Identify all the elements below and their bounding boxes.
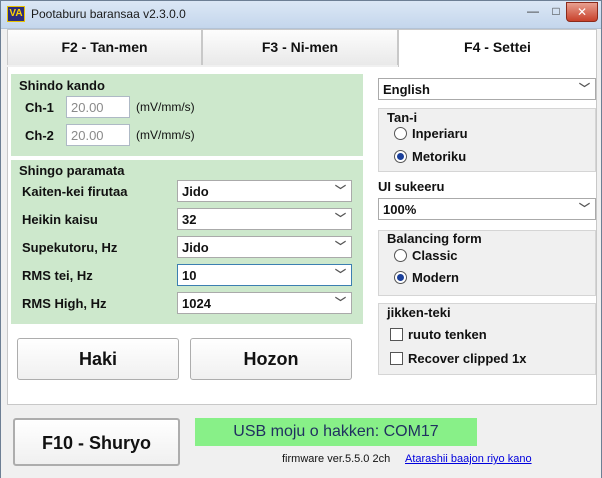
- imperial-radio[interactable]: [394, 127, 407, 140]
- app-logo-icon: VA: [7, 6, 25, 22]
- rms-low-value: 10: [182, 268, 197, 283]
- language-select[interactable]: English ﹀: [378, 78, 596, 100]
- language-value: English: [383, 82, 430, 97]
- rotation-filter-select[interactable]: Jido ﹀: [177, 180, 352, 202]
- close-button[interactable]: ✕: [566, 2, 598, 22]
- sensitivity-title: Shindo kando: [19, 78, 105, 93]
- title-bar: VA Pootaburu baransaa v2.3.0.0 — □ ✕: [1, 1, 601, 29]
- metric-label: Metoriku: [412, 149, 467, 164]
- experimental-title: jikken-teki: [387, 305, 451, 320]
- route-check-label: ruuto tenken: [408, 327, 487, 342]
- chevron-down-icon: ﹀: [579, 203, 590, 215]
- update-available-link[interactable]: Atarashii baajon riyo kano: [405, 453, 532, 465]
- rotation-filter-value: Jido: [182, 184, 209, 199]
- tab-bar: F2 - Tan-men F3 - Ni-men F4 - Settei: [7, 29, 597, 69]
- averaging-label: Heikin kaisu: [22, 212, 98, 227]
- maximize-button[interactable]: □: [546, 2, 566, 22]
- signal-params-title: Shingo paramata: [19, 163, 125, 178]
- tab-single-plane[interactable]: F2 - Tan-men: [7, 29, 202, 65]
- chevron-down-icon: ﹀: [335, 185, 346, 197]
- metric-radio[interactable]: [394, 150, 407, 163]
- balancing-form-group: Balancing form Classic Modern: [378, 230, 596, 296]
- tab-two-plane[interactable]: F3 - Ni-men: [202, 29, 398, 65]
- averaging-value: 32: [182, 212, 197, 227]
- chevron-down-icon: ﹀: [335, 297, 346, 309]
- ui-scale-select[interactable]: 100% ﹀: [378, 198, 596, 220]
- experimental-group: jikken-teki ruuto tenken Recover clipped…: [378, 303, 596, 375]
- rms-high-value: 1024: [182, 296, 211, 311]
- chevron-down-icon: ﹀: [335, 213, 346, 225]
- rms-high-select[interactable]: 1024 ﹀: [177, 292, 352, 314]
- tab-settings[interactable]: F4 - Settei: [398, 29, 597, 69]
- balancing-form-title: Balancing form: [387, 231, 482, 246]
- averaging-select[interactable]: 32 ﹀: [177, 208, 352, 230]
- ch2-unit: (mV/mm/s): [136, 128, 195, 142]
- spectrum-select[interactable]: Jido ﹀: [177, 236, 352, 258]
- modern-radio[interactable]: [394, 271, 407, 284]
- chevron-down-icon: ﹀: [335, 241, 346, 253]
- exit-button[interactable]: F10 - Shuryo: [13, 418, 180, 466]
- route-check-checkbox[interactable]: [390, 328, 403, 341]
- signal-params-group: Shingo paramata Kaiten-kei firutaa Jido …: [11, 160, 363, 324]
- classic-radio[interactable]: [394, 249, 407, 262]
- rms-low-label: RMS tei, Hz: [22, 268, 93, 283]
- ui-scale-label: UI sukeeru: [378, 179, 445, 194]
- rms-low-select[interactable]: 10 ﹀: [177, 264, 352, 286]
- chevron-down-icon: ﹀: [579, 83, 590, 95]
- ch2-label: Ch-2: [25, 128, 54, 143]
- rotation-filter-label: Kaiten-kei firutaa: [22, 184, 128, 199]
- save-button[interactable]: Hozon: [190, 338, 352, 380]
- minimize-button[interactable]: —: [520, 2, 546, 22]
- ch1-sensitivity-input[interactable]: 20.00: [66, 96, 130, 118]
- rms-high-label: RMS High, Hz: [22, 296, 107, 311]
- spectrum-label: Supekutoru, Hz: [22, 240, 118, 255]
- ch1-unit: (mV/mm/s): [136, 100, 195, 114]
- ch2-sensitivity-input[interactable]: 20.00: [66, 124, 130, 146]
- sensitivity-group: Shindo kando Ch-1 20.00 (mV/mm/s) Ch-2 2…: [11, 74, 363, 156]
- classic-label: Classic: [412, 248, 458, 263]
- ch1-label: Ch-1: [25, 100, 54, 115]
- firmware-version: firmware ver.5.5.0 2ch: [282, 453, 391, 465]
- spectrum-value: Jido: [182, 240, 209, 255]
- window-title: Pootaburu baransaa v2.3.0.0: [31, 7, 186, 21]
- usb-status-label: USB moju o hakken: COM17: [195, 418, 477, 446]
- units-title: Tan-i: [387, 110, 418, 125]
- recover-clipped-checkbox[interactable]: [390, 352, 403, 365]
- imperial-label: Inperiaru: [412, 126, 468, 141]
- ui-scale-value: 100%: [383, 202, 417, 217]
- discard-button[interactable]: Haki: [17, 338, 179, 380]
- modern-label: Modern: [412, 270, 459, 285]
- units-group: Tan-i Inperiaru Metoriku: [378, 108, 596, 172]
- app-window: VA Pootaburu baransaa v2.3.0.0 — □ ✕ F2 …: [0, 0, 602, 478]
- chevron-down-icon: ﹀: [335, 269, 346, 281]
- recover-clipped-label: Recover clipped 1x: [408, 351, 527, 366]
